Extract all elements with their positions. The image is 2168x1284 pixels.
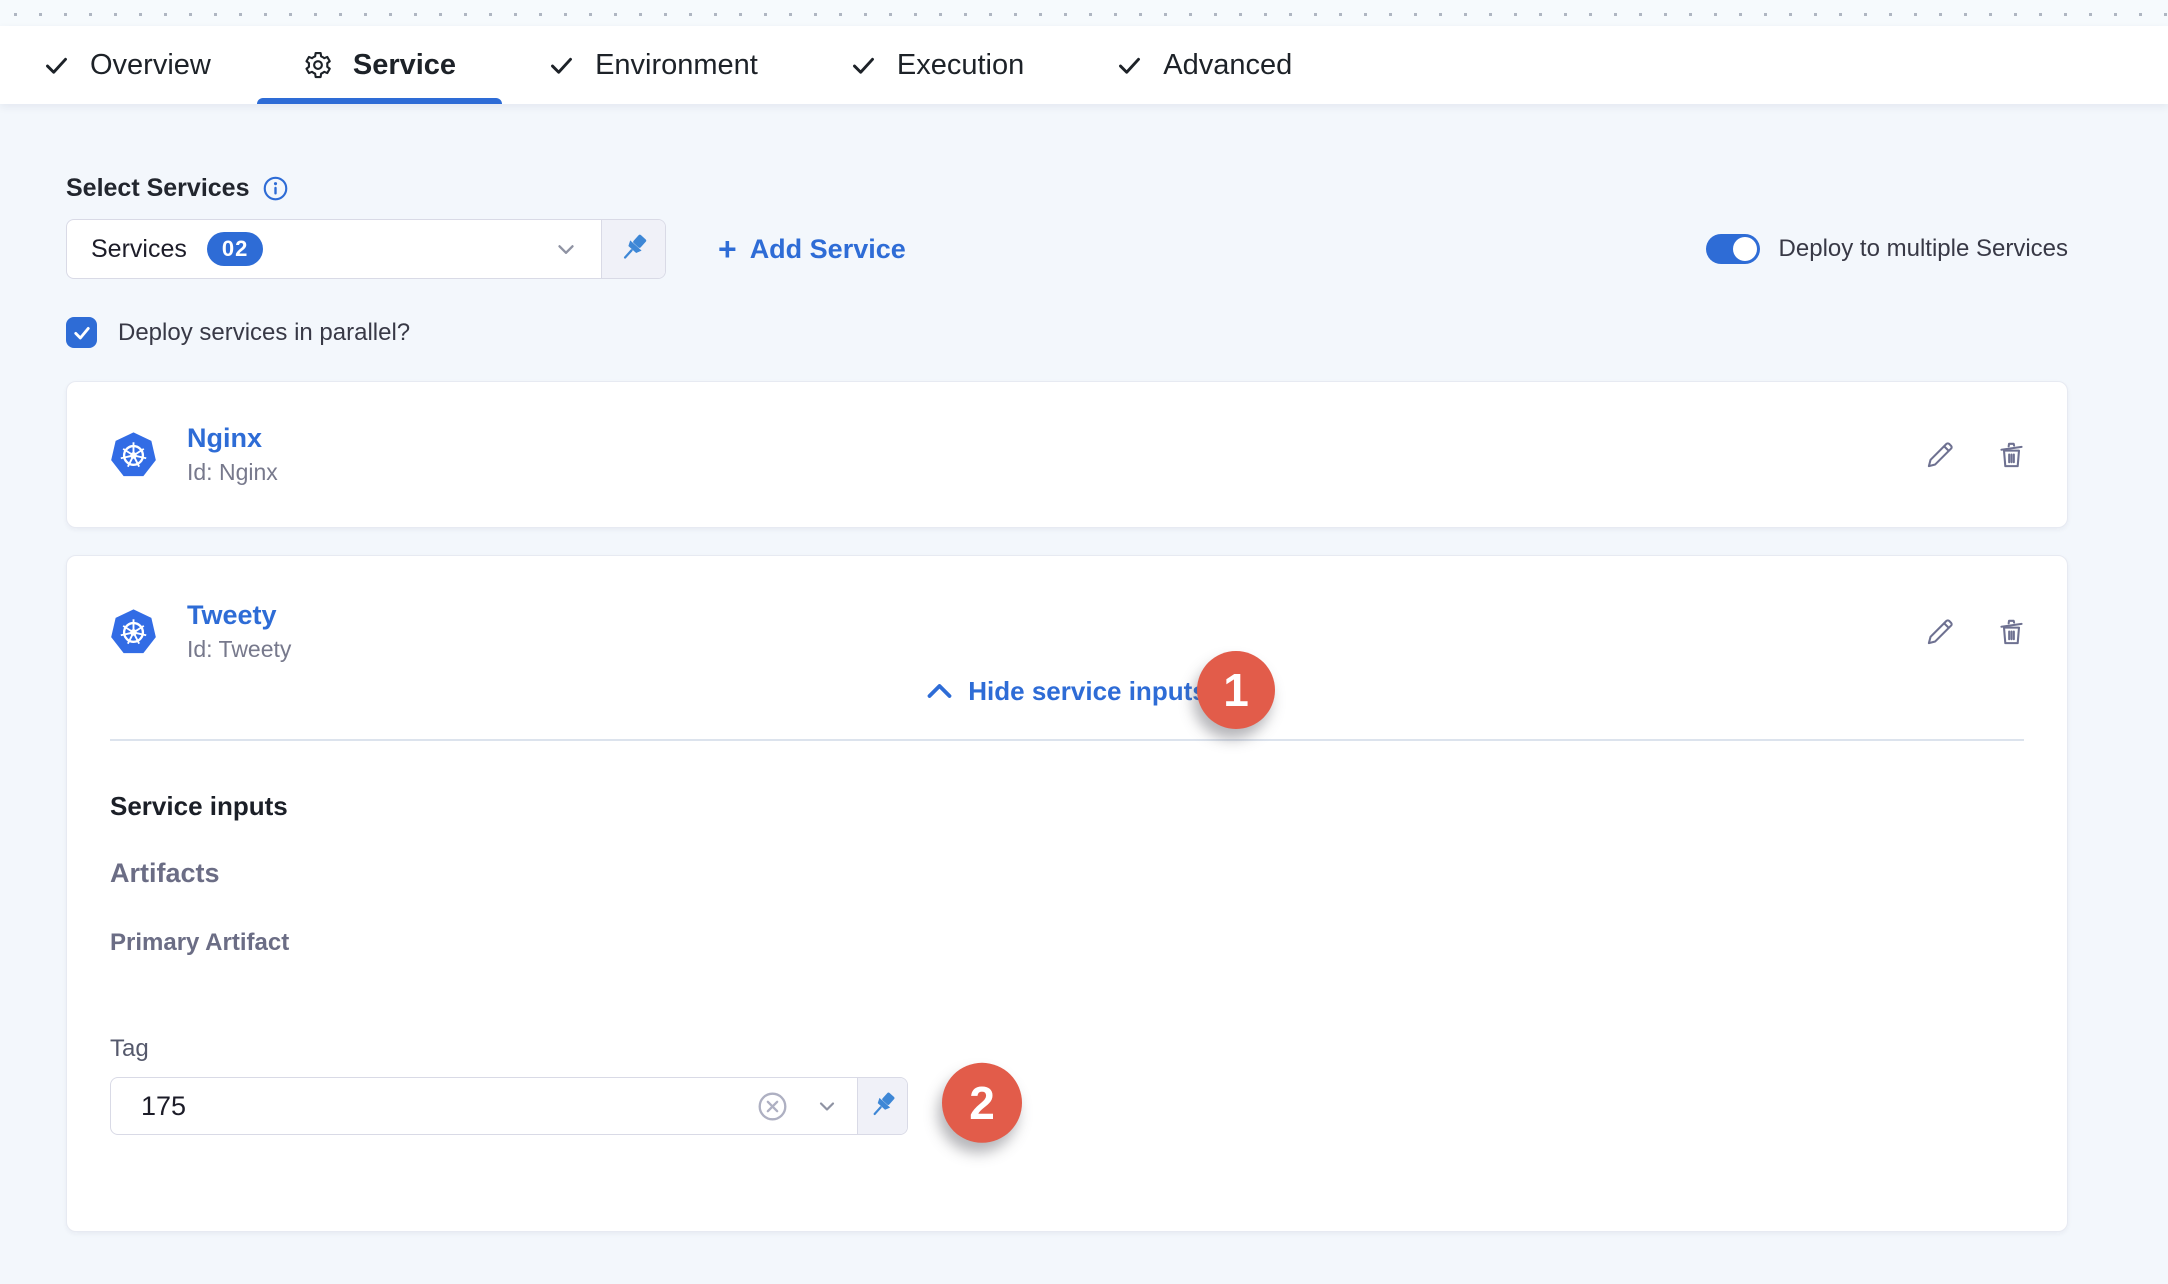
tab-advanced[interactable]: Advanced <box>1070 26 1338 104</box>
services-field-row: Services 02 + Add Service Deploy to mult… <box>66 219 2068 279</box>
stage-tabbar: Overview Service Environment Execution A… <box>0 26 2168 104</box>
runtime-input-pin-button[interactable] <box>857 1078 907 1134</box>
plus-icon: + <box>718 233 737 265</box>
check-icon <box>43 52 70 79</box>
chevron-down-icon <box>553 236 579 262</box>
tab-overview[interactable]: Overview <box>43 26 257 104</box>
card-divider <box>110 739 2024 741</box>
add-service-button[interactable]: + Add Service <box>718 233 906 265</box>
edit-icon[interactable] <box>1925 439 1956 470</box>
tag-field-group <box>110 1077 908 1135</box>
tab-label: Execution <box>897 49 1024 82</box>
service-card-actions <box>1925 439 2027 470</box>
deploy-multiple-toggle-row: Deploy to multiple Services <box>1706 234 2068 264</box>
hide-service-inputs-row: Hide service inputs 1 <box>67 671 2067 711</box>
service-name-link[interactable]: Nginx <box>187 423 278 454</box>
gear-icon <box>303 50 333 80</box>
annotation-badge-2: 2 <box>942 1063 1022 1143</box>
runtime-input-pin-button[interactable] <box>601 220 665 278</box>
tab-label: Environment <box>595 49 758 82</box>
hide-service-inputs-link[interactable]: Hide service inputs <box>927 676 1206 707</box>
deploy-multiple-toggle[interactable] <box>1706 234 1760 264</box>
tab-environment[interactable]: Environment <box>502 26 804 104</box>
kubernetes-icon <box>110 608 157 655</box>
services-select[interactable]: Services 02 <box>66 219 666 279</box>
check-icon <box>850 52 877 79</box>
tag-input-wrap <box>111 1078 857 1134</box>
chevron-up-icon <box>927 683 952 699</box>
annotation-badge-1: 1 <box>1197 651 1275 729</box>
kubernetes-icon <box>110 431 157 478</box>
service-info: Tweety Id: Tweety <box>187 600 291 663</box>
parallel-checkbox[interactable] <box>66 317 97 348</box>
service-card-nginx: Nginx Id: Nginx <box>66 381 2068 528</box>
deploy-multiple-label: Deploy to multiple Services <box>1779 235 2068 263</box>
service-inputs-heading: Service inputs <box>110 791 2067 822</box>
pin-icon <box>617 232 651 266</box>
check-icon <box>72 323 92 343</box>
tag-input-icons <box>756 1090 839 1123</box>
delete-icon[interactable] <box>1996 439 2027 470</box>
delete-icon[interactable] <box>1996 616 2027 647</box>
service-inputs-section: Service inputs Artifacts Primary Artifac… <box>67 791 2067 1135</box>
tag-input[interactable] <box>121 1091 756 1122</box>
toggle-knob <box>1733 237 1757 261</box>
check-icon <box>1116 52 1143 79</box>
chevron-down-icon[interactable] <box>815 1094 839 1118</box>
tab-label: Overview <box>90 49 211 82</box>
add-service-label: Add Service <box>750 234 906 265</box>
primary-artifact-heading: Primary Artifact <box>110 929 2067 957</box>
service-card-actions <box>1925 616 2027 647</box>
pipeline-canvas-strip <box>0 0 2168 26</box>
service-card-tweety: Tweety Id: Tweety Hide service inputs 1 <box>66 555 2068 1232</box>
select-services-label: Select Services <box>66 174 249 203</box>
service-card-head: Nginx Id: Nginx <box>67 382 2067 527</box>
services-select-value: Services <box>91 235 187 264</box>
info-icon[interactable] <box>263 176 288 201</box>
pin-icon <box>867 1090 899 1122</box>
parallel-checkbox-row: Deploy services in parallel? <box>66 317 2068 348</box>
edit-icon[interactable] <box>1925 616 1956 647</box>
tab-service[interactable]: Service <box>257 26 502 104</box>
service-info: Nginx Id: Nginx <box>187 423 278 486</box>
services-select-main[interactable]: Services 02 <box>67 220 601 278</box>
hide-service-inputs-label: Hide service inputs <box>968 676 1206 707</box>
service-name-link[interactable]: Tweety <box>187 600 291 631</box>
select-services-label-row: Select Services <box>66 174 2068 203</box>
tab-label: Advanced <box>1163 49 1292 82</box>
check-icon <box>548 52 575 79</box>
tag-label: Tag <box>110 1035 2067 1063</box>
service-id: Id: Tweety <box>187 636 291 663</box>
parallel-checkbox-label: Deploy services in parallel? <box>118 319 410 347</box>
services-count-badge: 02 <box>207 232 263 266</box>
tab-execution[interactable]: Execution <box>804 26 1070 104</box>
artifacts-heading: Artifacts <box>110 858 2067 889</box>
clear-icon[interactable] <box>756 1090 789 1123</box>
service-config-panel: Select Services Services 02 + Add Servic… <box>0 104 2168 1284</box>
tab-label: Service <box>353 49 456 82</box>
service-card-head: Tweety Id: Tweety <box>67 556 2067 663</box>
service-id: Id: Nginx <box>187 459 278 486</box>
tag-field-row: 2 <box>110 1077 2067 1135</box>
